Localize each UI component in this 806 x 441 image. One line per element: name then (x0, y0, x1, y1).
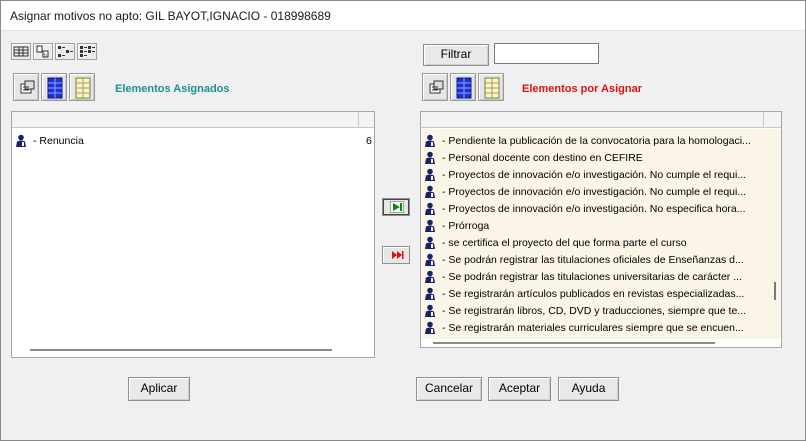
list-item[interactable]: - Prórroga (421, 218, 766, 234)
properties-icon[interactable] (13, 73, 39, 101)
properties-icon[interactable] (422, 73, 448, 101)
person-icon (424, 287, 436, 302)
list-item[interactable]: - Proyectos de innovación e/o investigac… (421, 201, 766, 217)
apply-button[interactable]: Aplicar (128, 377, 190, 401)
list-item-label: - Proyectos de innovación e/o investigac… (442, 186, 747, 198)
unassigned-title: Elementos por Asignar (522, 83, 643, 95)
horizontal-scrollbar[interactable] (433, 342, 715, 344)
list-item-label: - Se registrarán artículos publicados en… (442, 288, 745, 300)
list-item[interactable]: - Personal docente con destino en CEFIRE (421, 150, 766, 166)
unassigned-list[interactable]: - Pendiente la publicación de la convoca… (420, 111, 782, 348)
person-icon (424, 304, 436, 319)
list-item-label: - Se podrán registrar las titulaciones u… (442, 271, 742, 283)
title-bar[interactable]: Asignar motivos no apto: GIL BAYOT,IGNAC… (1, 1, 805, 31)
window-title: Asignar motivos no apto: GIL BAYOT,IGNAC… (10, 9, 331, 23)
person-icon (424, 253, 436, 268)
remove-button[interactable] (382, 246, 410, 264)
list-item-label: - Se podrán registrar las titulaciones o… (442, 254, 744, 266)
assign-button[interactable] (382, 198, 410, 216)
list-item[interactable]: - Proyectos de innovación e/o investigac… (421, 184, 766, 200)
view-small-icon[interactable] (77, 43, 97, 60)
list-item-label: - Proyectos de innovación e/o investigac… (442, 203, 746, 215)
yellow-sheet-icon[interactable] (478, 73, 504, 101)
assign-arrow-icon (390, 201, 404, 213)
column-header (12, 112, 374, 128)
list-item[interactable]: - Se registrarán materiales curriculares… (421, 320, 766, 336)
list-item-label: - Se registrarán libros, CD, DVD y tradu… (442, 305, 747, 317)
assigned-title: Elementos Asignados (115, 83, 230, 95)
blue-sheet-icon[interactable] (41, 73, 67, 101)
list-item[interactable]: - Renuncia 6 (12, 133, 374, 149)
person-icon (424, 134, 436, 149)
column-header (421, 112, 781, 128)
person-icon (424, 202, 436, 217)
list-item[interactable]: - se certifica el proyecto del que forma… (421, 235, 766, 251)
remove-arrow-icon (392, 251, 404, 259)
person-icon (424, 236, 436, 251)
filter-input[interactable] (494, 43, 599, 64)
blue-sheet-icon[interactable] (450, 73, 476, 101)
person-icon (424, 270, 436, 285)
column-divider[interactable] (358, 112, 359, 128)
person-icon (424, 168, 436, 183)
horizontal-scrollbar[interactable] (30, 349, 332, 351)
person-icon (424, 321, 436, 336)
dialog-window: Asignar motivos no apto: GIL BAYOT,IGNAC… (0, 0, 806, 441)
filter-button[interactable]: Filtrar (423, 44, 489, 66)
help-button[interactable]: Ayuda (558, 377, 619, 401)
person-icon (15, 134, 27, 149)
list-item[interactable]: - Proyectos de innovación e/o investigac… (421, 167, 766, 183)
view-list-icon[interactable] (55, 43, 75, 60)
list-item-label: - Renuncia (33, 135, 84, 147)
person-icon (424, 185, 436, 200)
list-item-label: - Personal docente con destino en CEFIRE (442, 152, 643, 164)
column-divider[interactable] (763, 112, 764, 128)
view-large-icon[interactable]: b (33, 43, 53, 60)
svg-text:b: b (44, 53, 47, 59)
person-icon (424, 151, 436, 166)
list-item[interactable]: - Se podrán registrar las titulaciones u… (421, 269, 766, 285)
list-item-label: - Prórroga (442, 220, 490, 232)
yellow-sheet-icon[interactable] (69, 73, 95, 101)
list-item[interactable]: - Se registrarán artículos publicados en… (421, 286, 766, 302)
list-item-label: - Proyectos de innovación e/o investigac… (442, 169, 747, 181)
list-item-value: 6 (366, 135, 372, 147)
list-item[interactable]: - Se registrarán libros, CD, DVD y tradu… (421, 303, 766, 319)
list-item[interactable]: - Pendiente la publicación de la convoca… (421, 133, 766, 149)
list-item-label: - Pendiente la publicación de la convoca… (442, 135, 751, 147)
list-item-label: - se certifica el proyecto del que forma… (442, 237, 687, 249)
assigned-list[interactable]: - Renuncia 6 (11, 111, 375, 358)
list-item-label: - Se registrarán materiales curriculares… (442, 322, 744, 334)
accept-button[interactable]: Aceptar (488, 377, 551, 401)
vertical-scrollbar[interactable] (774, 282, 776, 300)
list-item[interactable]: - Se podrán registrar las titulaciones o… (421, 252, 766, 268)
person-icon (424, 219, 436, 234)
cancel-button[interactable]: Cancelar (416, 377, 482, 401)
view-details-icon[interactable] (11, 43, 31, 60)
